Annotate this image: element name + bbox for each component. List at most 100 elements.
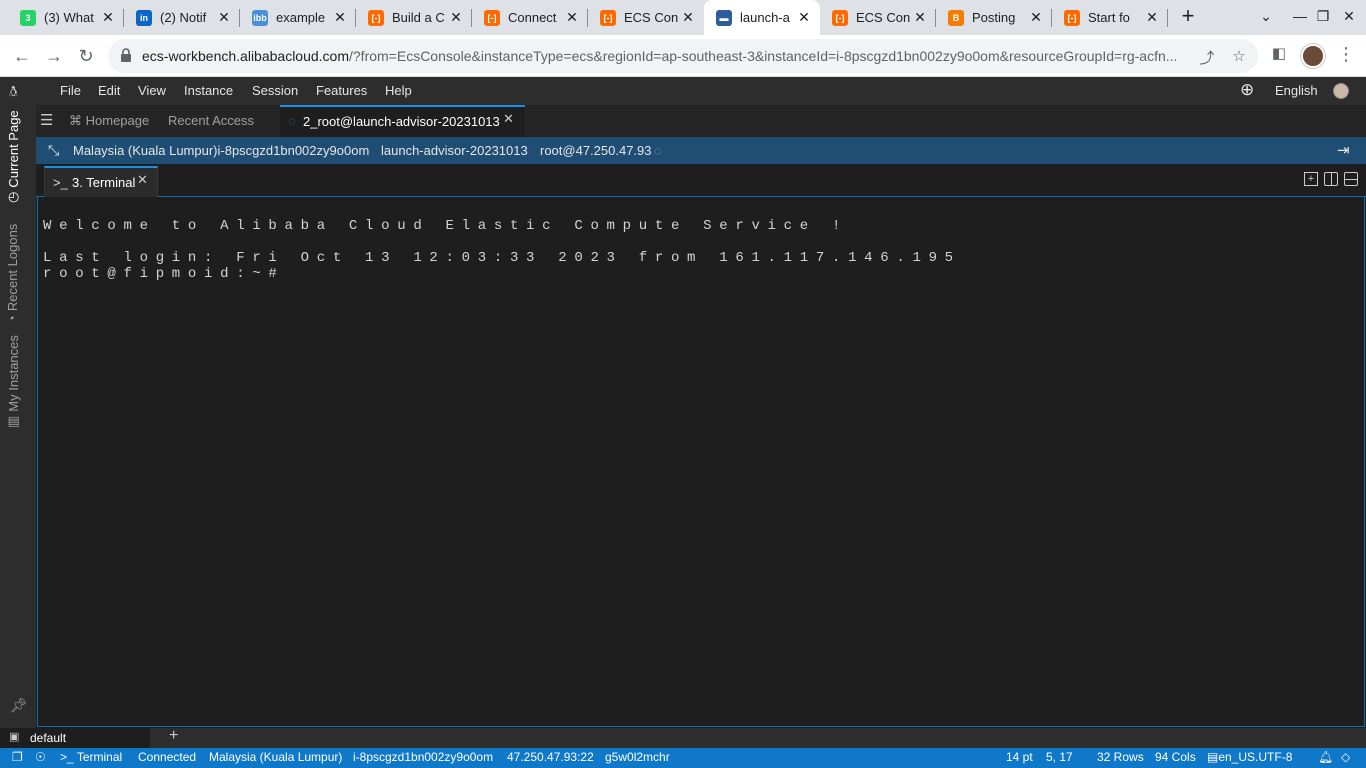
bell-icon[interactable]: 🔔︎: [1318, 750, 1333, 764]
add-circle-icon[interactable]: ⊕: [1240, 80, 1254, 100]
add-profile-button[interactable]: +: [169, 727, 178, 745]
user-avatar[interactable]: [1333, 83, 1349, 99]
status-terminal-label: Terminal: [76, 750, 123, 764]
split-horizontal-icon[interactable]: [1344, 172, 1358, 186]
menu-session[interactable]: Session: [252, 83, 298, 98]
browser-tab-label: Build a C: [392, 10, 445, 25]
workbench-menu-bar: 🐧︎ File Edit View Instance Session Featu…: [0, 77, 1366, 105]
browser-tab-label: Posting: [972, 10, 1016, 25]
close-tab-icon[interactable]: ✕: [448, 9, 464, 26]
split-vertical-icon[interactable]: [1324, 172, 1338, 186]
terminal-line-welcome: Welcome to Alibaba Cloud Elastic Compute…: [43, 218, 849, 234]
menu-features[interactable]: Features: [316, 83, 367, 98]
close-tab-icon[interactable]: ✕: [100, 9, 116, 26]
rail-current-page[interactable]: ◷ Current Page: [5, 110, 21, 203]
close-session-tab-icon[interactable]: ✕: [503, 111, 514, 127]
close-tab-icon[interactable]: ✕: [1144, 9, 1160, 26]
close-window-button[interactable]: ✕: [1339, 8, 1359, 28]
menu-edit[interactable]: Edit: [98, 83, 120, 98]
menu-view[interactable]: View: [138, 83, 166, 98]
browser-menu-icon[interactable]: ⋮: [1336, 44, 1356, 68]
close-terminal-tab-icon[interactable]: ✕: [137, 172, 148, 188]
side-panel-icon[interactable]: ◧: [1270, 44, 1288, 62]
close-tab-icon[interactable]: ✕: [216, 9, 232, 26]
url-text: ecs-workbench.alibabacloud.com/?from=Ecs…: [142, 48, 1192, 64]
new-terminal-icon[interactable]: +: [1304, 172, 1318, 186]
menu-file[interactable]: File: [60, 83, 81, 98]
browser-tab[interactable]: ibb example ✕: [240, 0, 356, 35]
terminal-output[interactable]: Welcome to Alibaba Cloud Elastic Compute…: [37, 197, 1365, 727]
connection-icon: ◌: [288, 114, 296, 128]
status-locale[interactable]: ▤en_US.UTF-8: [1207, 750, 1292, 764]
copy-icon[interactable]: ❐: [12, 750, 23, 764]
fullscreen-icon[interactable]: ⤡: [48, 142, 59, 159]
terminal-box-icon: ▣: [9, 731, 20, 743]
menu-instance[interactable]: Instance: [184, 83, 233, 98]
language-selector[interactable]: English: [1275, 83, 1318, 98]
share-icon[interactable]: ⤴: [1198, 47, 1216, 67]
browser-tab-label: ECS Con: [624, 10, 679, 25]
encoding-icon: ▤: [1207, 750, 1219, 764]
profile-name: default: [30, 731, 67, 745]
session-tabs-bar: ☰ ⌘ Homepage Recent Access ◌ 2_root@laun…: [36, 105, 1366, 137]
collapse-menu-icon[interactable]: ☰: [40, 111, 53, 129]
new-tab-button[interactable]: +: [1176, 5, 1200, 29]
exit-icon[interactable]: ⇥: [1337, 141, 1350, 159]
browser-profile-avatar[interactable]: [1301, 44, 1325, 68]
reload-button[interactable]: ↻: [74, 44, 98, 68]
browser-tab[interactable]: B Posting ✕: [936, 0, 1052, 35]
connection-status-icon: ◌: [654, 143, 662, 158]
blogger-icon: B: [948, 9, 964, 26]
status-font-size[interactable]: 14 pt: [1006, 750, 1033, 764]
diamond-icon[interactable]: ◇: [1341, 750, 1350, 764]
close-tab-icon[interactable]: ✕: [564, 9, 580, 26]
browser-tab[interactable]: [-] Connect ✕: [472, 0, 588, 35]
terminal-tab[interactable]: >_ 3. Terminal ✕: [44, 166, 158, 198]
browser-tab[interactable]: [-] ECS Con ✕: [820, 0, 936, 35]
browser-tab[interactable]: 3 (3) What ✕: [8, 0, 124, 35]
minimize-button[interactable]: —: [1290, 8, 1310, 28]
tab-homepage[interactable]: ⌘ Homepage: [69, 113, 149, 129]
close-tab-icon[interactable]: ✕: [912, 9, 928, 26]
terminal-tabs-bar: >_ 3. Terminal ✕ +: [36, 164, 1366, 198]
info-region-instance: Malaysia (Kuala Lumpur)i-8pscgzd1bn002zy…: [73, 143, 370, 158]
close-tab-icon[interactable]: ✕: [1028, 9, 1044, 26]
status-connection: Connected: [138, 750, 197, 764]
info-instance-name: launch-advisor-20231013: [381, 143, 528, 158]
close-tab-icon[interactable]: ✕: [680, 9, 696, 26]
browser-tab-label: example: [276, 10, 326, 25]
browser-tab[interactable]: in (2) Notif ✕: [124, 0, 240, 35]
tab-active-session[interactable]: ◌ 2_root@launch-advisor-20231013 ✕: [280, 105, 525, 137]
rail-my-instances[interactable]: ▥ My Instances: [5, 335, 21, 428]
lock-icon: [121, 48, 131, 62]
tab-recent-access[interactable]: Recent Access: [168, 113, 254, 128]
menu-help[interactable]: Help: [385, 83, 412, 98]
workbench-icon: ▬: [716, 9, 732, 26]
pin-icon[interactable]: 📌︎: [10, 697, 28, 714]
browser-tab[interactable]: ▬ launch-a ✕: [704, 0, 820, 35]
rail-my-instances-label: My Instances: [5, 335, 21, 412]
browser-toolbar: ← → ↻ ecs-workbench.alibabacloud.com/?fr…: [0, 35, 1366, 77]
browser-tab[interactable]: [-] Start fo ✕: [1052, 0, 1168, 35]
instance-info-bar: ⤡ Malaysia (Kuala Lumpur)i-8pscgzd1bn002…: [36, 137, 1366, 164]
bookmark-star-icon[interactable]: ☆: [1230, 47, 1248, 65]
browser-tab[interactable]: [-] Build a C ✕: [356, 0, 472, 35]
fingerprint-icon[interactable]: ☉: [35, 750, 46, 764]
restore-button[interactable]: ❐: [1313, 8, 1333, 28]
terminal-status-icon: >_: [60, 750, 74, 764]
profile-tab[interactable]: ▣ default: [0, 728, 150, 748]
forward-button[interactable]: →: [42, 44, 66, 68]
rail-recent-logons[interactable]: ◔ Recent Logons: [5, 224, 20, 323]
rail-recent-logons-label: Recent Logons: [5, 223, 20, 312]
tab-search-icon[interactable]: ⌄: [1256, 8, 1276, 28]
address-bar[interactable]: ecs-workbench.alibabacloud.com/?from=Ecs…: [108, 39, 1258, 73]
back-button[interactable]: ←: [10, 44, 34, 68]
linux-icon: 🐧︎: [9, 83, 18, 99]
clock-icon: ◷: [5, 191, 20, 203]
browser-tab[interactable]: [-] ECS Con ✕: [588, 0, 704, 35]
close-tab-icon[interactable]: ✕: [796, 9, 812, 26]
close-tab-icon[interactable]: ✕: [332, 9, 348, 26]
status-region: Malaysia (Kuala Lumpur): [209, 750, 343, 764]
history-icon: ◔: [5, 315, 20, 323]
status-instance-id: i-8pscgzd1bn002zy9o0om: [353, 750, 494, 764]
